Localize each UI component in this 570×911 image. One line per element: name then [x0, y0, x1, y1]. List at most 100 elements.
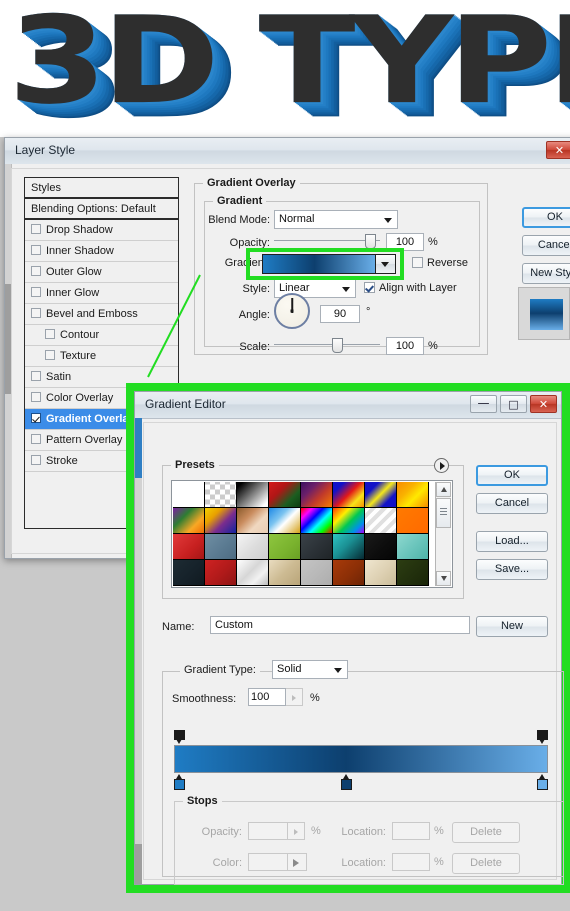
preset-swatch[interactable] — [237, 482, 269, 508]
preset-swatch[interactable] — [333, 508, 365, 534]
close-icon[interactable]: ✕ — [530, 395, 557, 413]
preset-swatch[interactable] — [365, 534, 397, 560]
checkbox-box[interactable] — [31, 455, 41, 465]
preset-swatch[interactable] — [237, 534, 269, 560]
preset-swatch[interactable] — [269, 482, 301, 508]
gradient-editor-ok-button[interactable]: OK — [476, 465, 548, 486]
styles-list-item-drop-shadow[interactable]: Drop Shadow — [25, 220, 178, 241]
checkbox-box[interactable] — [45, 329, 55, 339]
load-button[interactable]: Load... — [476, 531, 548, 552]
presets-menu-icon[interactable] — [434, 458, 449, 473]
gradient-strip[interactable] — [174, 745, 548, 773]
preset-swatch[interactable] — [237, 508, 269, 534]
styles-list-item-outer-glow[interactable]: Outer Glow — [25, 262, 178, 283]
gradient-editor-cancel-button[interactable]: Cancel — [476, 493, 548, 514]
opacity-input[interactable]: 100 — [386, 233, 424, 251]
checkbox-box[interactable] — [31, 224, 41, 234]
color-stop-marker[interactable] — [174, 774, 185, 790]
preset-swatch[interactable] — [205, 482, 237, 508]
preset-swatch[interactable] — [333, 482, 365, 508]
scroll-up-icon[interactable] — [436, 482, 451, 497]
ok-button[interactable]: OK — [522, 207, 570, 228]
slider-thumb[interactable] — [365, 234, 376, 249]
checkbox-box[interactable] — [31, 266, 41, 276]
opacity-stop-marker[interactable] — [174, 730, 185, 745]
close-icon[interactable]: ✕ — [546, 141, 570, 159]
checkbox-box[interactable] — [31, 413, 41, 423]
preset-swatch[interactable] — [397, 482, 429, 508]
styles-list-item-inner-shadow[interactable]: Inner Shadow — [25, 241, 178, 262]
color-stop-marker[interactable] — [537, 774, 548, 790]
angle-dial[interactable] — [274, 293, 310, 329]
gradient-preview-bar[interactable] — [263, 255, 375, 273]
checkbox-box[interactable] — [31, 287, 41, 297]
maximize-icon[interactable]: □ — [500, 395, 527, 413]
preset-swatch[interactable] — [205, 560, 237, 586]
opacity-slider[interactable] — [274, 233, 380, 249]
blend-mode-select[interactable]: Normal — [274, 210, 398, 229]
preset-swatch[interactable] — [301, 560, 333, 586]
reverse-checkbox[interactable]: Reverse — [412, 257, 468, 269]
scrollbar-thumb-bottom[interactable] — [135, 844, 142, 884]
smoothness-spinner[interactable] — [286, 688, 303, 706]
preset-swatch[interactable] — [333, 560, 365, 586]
gradient-editor-scrollbar[interactable] — [135, 418, 142, 884]
gradient-editor-titlebar[interactable]: Gradient Editor — □ ✕ — [135, 392, 561, 419]
checkbox-box[interactable] — [31, 308, 41, 318]
preset-swatch[interactable] — [269, 560, 301, 586]
styles-list-item-texture[interactable]: Texture — [25, 346, 178, 367]
angle-input[interactable]: 90 — [320, 305, 360, 323]
minimize-icon[interactable]: — — [470, 395, 497, 413]
styles-list-item-contour[interactable]: Contour — [25, 325, 178, 346]
preset-swatch[interactable] — [205, 508, 237, 534]
scale-input[interactable]: 100 — [386, 337, 424, 355]
scroll-down-icon[interactable] — [436, 571, 451, 586]
preset-swatch[interactable] — [397, 508, 429, 534]
preset-swatch[interactable] — [173, 508, 205, 534]
new-style-button[interactable]: New Style — [522, 263, 570, 284]
presets-list[interactable] — [171, 480, 453, 588]
new-button[interactable]: New — [476, 616, 548, 637]
styles-list-item-blending-options-default[interactable]: Blending Options: Default — [25, 199, 178, 220]
preset-swatch[interactable] — [301, 534, 333, 560]
align-with-layer-checkbox[interactable]: Align with Layer — [364, 282, 457, 294]
slider-thumb[interactable] — [332, 338, 343, 353]
preset-swatch[interactable] — [301, 482, 333, 508]
color-stop-marker[interactable] — [340, 774, 352, 790]
preset-swatch[interactable] — [397, 534, 429, 560]
opacity-stop-marker[interactable] — [537, 730, 548, 745]
gradient-dropdown-button[interactable] — [375, 255, 395, 273]
scrollbar-thumb[interactable] — [436, 498, 451, 528]
checkbox-box[interactable] — [45, 350, 55, 360]
preset-swatch[interactable] — [269, 508, 301, 534]
name-input[interactable]: Custom — [210, 616, 470, 634]
checkbox-box[interactable] — [31, 245, 41, 255]
preset-swatch[interactable] — [365, 560, 397, 586]
presets-scrollbar[interactable] — [435, 482, 451, 586]
checkbox-box[interactable] — [31, 434, 41, 444]
preset-swatch[interactable] — [333, 534, 365, 560]
gradient-type-select[interactable]: Solid — [272, 660, 348, 679]
layer-style-titlebar[interactable]: Layer Style ✕ — [5, 138, 570, 165]
preset-swatch[interactable] — [173, 560, 205, 586]
styles-list-item-bevel-and-emboss[interactable]: Bevel and Emboss — [25, 304, 178, 325]
preset-swatch[interactable] — [397, 560, 429, 586]
checkbox-box[interactable] — [31, 392, 41, 402]
scale-slider[interactable] — [274, 337, 380, 353]
save-button[interactable]: Save... — [476, 559, 548, 580]
preset-swatch[interactable] — [269, 534, 301, 560]
checkbox-box[interactable] — [31, 371, 41, 381]
preset-swatch[interactable] — [365, 482, 397, 508]
preset-swatch[interactable] — [237, 560, 269, 586]
preset-swatch[interactable] — [173, 534, 205, 560]
styles-list-item-inner-glow[interactable]: Inner Glow — [25, 283, 178, 304]
gradient-preview-control[interactable] — [262, 254, 396, 274]
gradient-strip-wrap[interactable] — [174, 745, 548, 773]
preset-swatch[interactable] — [173, 482, 205, 508]
preset-swatch[interactable] — [301, 508, 333, 534]
preset-swatch[interactable] — [205, 534, 237, 560]
smoothness-input[interactable]: 100 — [248, 688, 286, 706]
preset-swatch[interactable] — [365, 508, 397, 534]
cancel-button[interactable]: Cancel — [522, 235, 570, 256]
scrollbar-thumb-top[interactable] — [135, 418, 142, 478]
